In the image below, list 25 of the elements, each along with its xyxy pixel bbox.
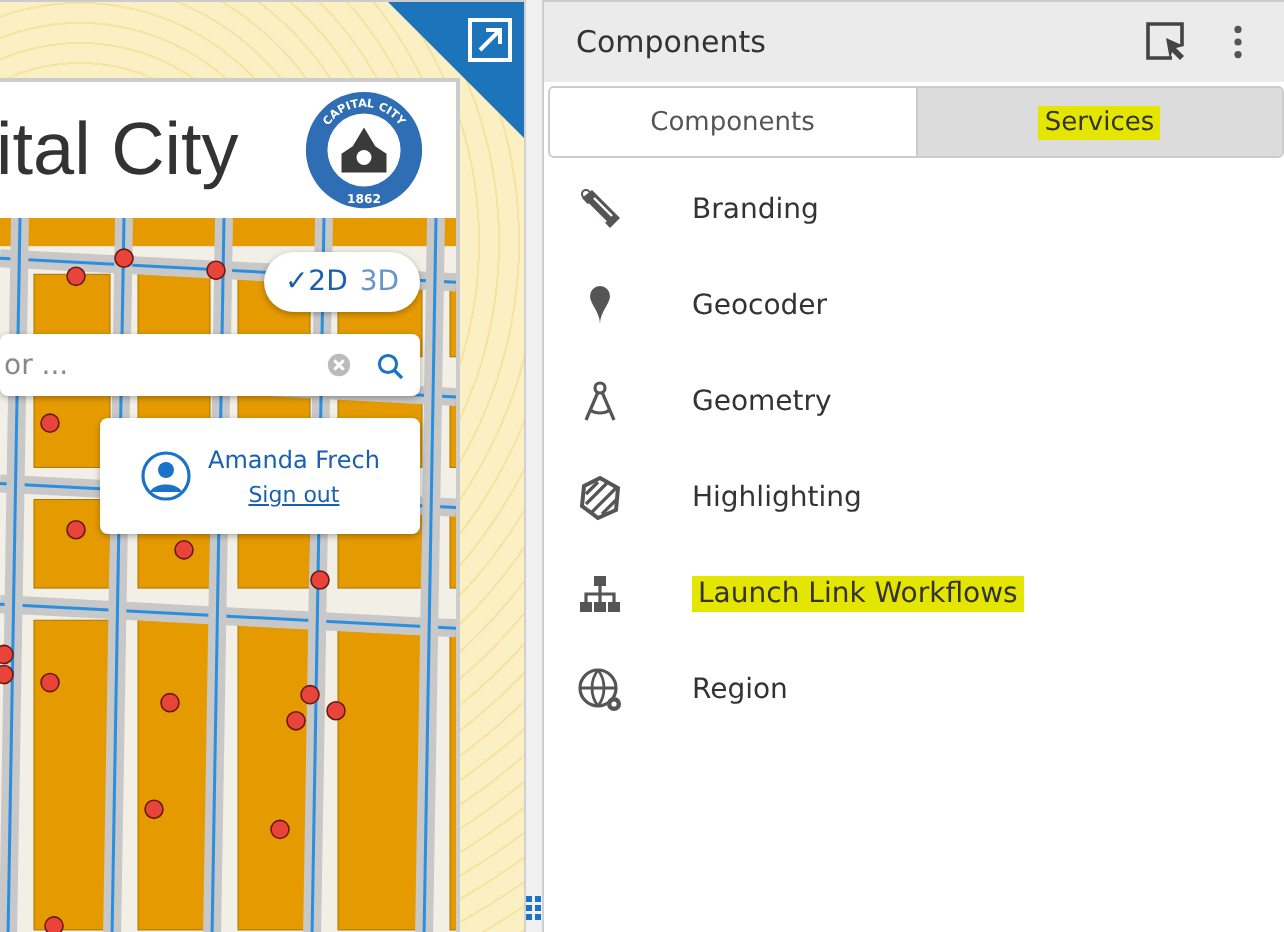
globe-pin-icon [576, 666, 624, 714]
app-title: ital City [0, 108, 239, 192]
component-list-item[interactable]: Branding [544, 162, 1284, 258]
panel-tab[interactable]: Services [915, 88, 1282, 156]
sign-out-link[interactable]: Sign out [248, 481, 340, 507]
hatched-shape-icon [576, 474, 624, 522]
search-field[interactable]: or ... [0, 334, 420, 396]
view-mode-button[interactable]: ✓2D [280, 266, 352, 298]
expand-icon[interactable] [468, 18, 512, 62]
search-icon[interactable] [376, 351, 404, 379]
component-list-item[interactable]: Geometry [544, 354, 1284, 450]
grip-icon[interactable] [526, 896, 542, 920]
panel-title: Components [576, 24, 768, 60]
component-list-item[interactable]: Highlighting [544, 450, 1284, 546]
paintbrush-icon [576, 186, 624, 234]
component-list-item[interactable]: Region [544, 642, 1284, 738]
user-avatar-icon [140, 450, 192, 502]
search-input[interactable]: or ... [0, 349, 326, 381]
component-list-item[interactable]: Launch Link Workflows [544, 546, 1284, 642]
select-cursor-icon[interactable] [1144, 20, 1188, 64]
more-options-icon[interactable] [1232, 24, 1244, 60]
hierarchy-icon [576, 570, 624, 618]
panel-tab[interactable]: Components [550, 88, 915, 156]
user-name: Amanda Frech [208, 445, 380, 473]
component-list-item[interactable]: Geocoder [544, 258, 1284, 354]
